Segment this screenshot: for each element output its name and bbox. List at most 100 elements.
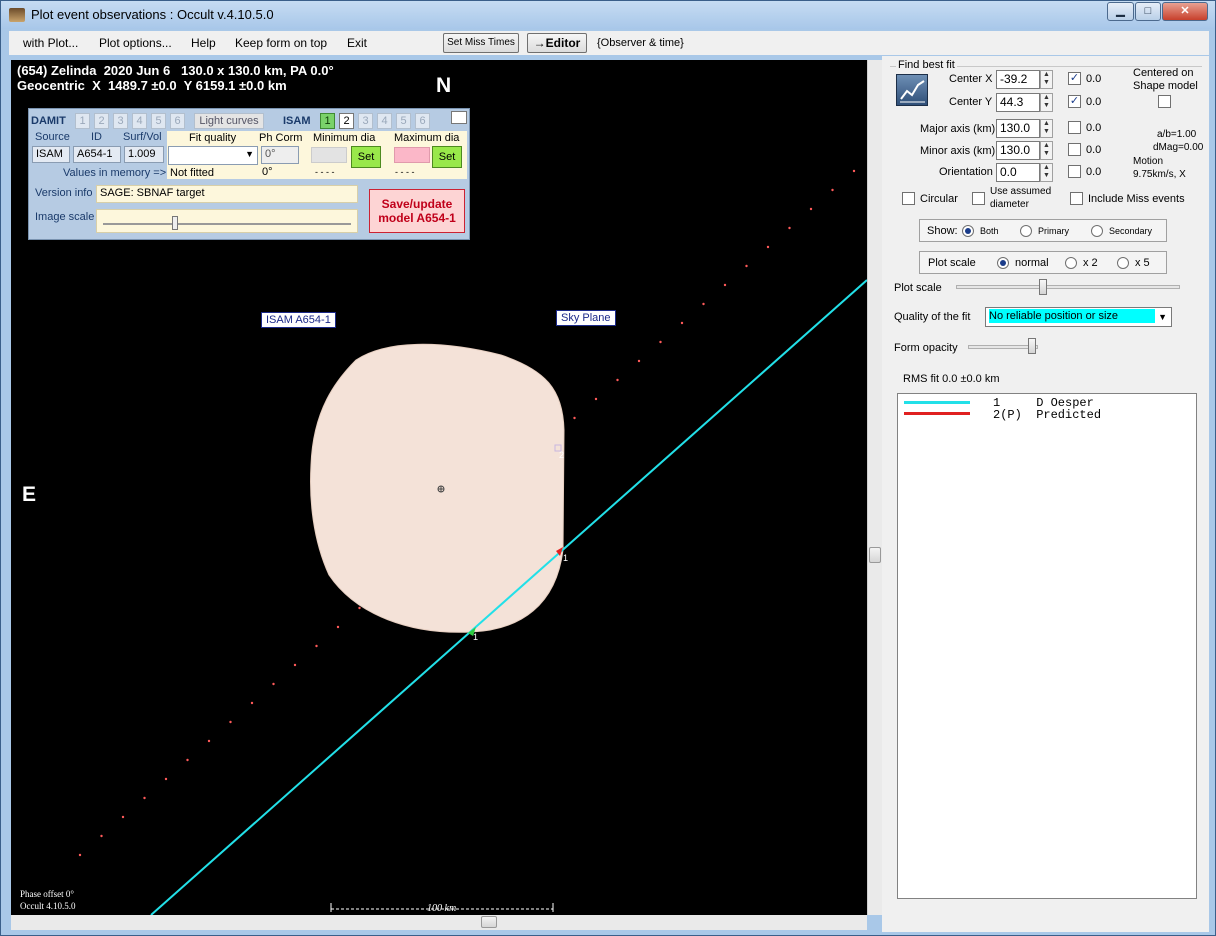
- shape-model-label: Shape model: [1133, 80, 1198, 92]
- plot-header-line2: Geocentric X 1489.7 ±0.0 Y 6159.1 ±0.0 k…: [17, 78, 287, 93]
- menu-with-plot[interactable]: with Plot...: [23, 36, 78, 50]
- menu-keep-on-top[interactable]: Keep form on top: [235, 36, 327, 50]
- close-button[interactable]: ✕: [1162, 2, 1208, 21]
- quality-select[interactable]: No reliable position or size ▼: [985, 307, 1172, 327]
- path-dot: [293, 663, 297, 667]
- col-ph-corr: Ph Corm: [259, 132, 303, 144]
- menu-plot-options[interactable]: Plot options...: [99, 36, 172, 50]
- orientation-delta: 0.0: [1086, 166, 1102, 178]
- center-x-spinner[interactable]: ▲ ▼: [1040, 70, 1053, 89]
- menu-exit[interactable]: Exit: [347, 36, 367, 50]
- damit-2[interactable]: 2: [94, 113, 109, 129]
- marker-label-red: 1: [563, 553, 569, 563]
- light-curves-button[interactable]: Light curves: [194, 113, 264, 129]
- isam-6[interactable]: 6: [415, 113, 430, 129]
- show-secondary-radio[interactable]: [1091, 225, 1103, 237]
- major-axis-checkbox[interactable]: [1068, 121, 1081, 134]
- center-y-checkbox[interactable]: ✓: [1068, 95, 1081, 108]
- motion-value: 9.75km/s, X: [1133, 169, 1186, 180]
- center-x-checkbox[interactable]: ✓: [1068, 72, 1081, 85]
- plot-header-line1: (654) Zelinda 2020 Jun 6 130.0 x 130.0 k…: [17, 63, 334, 78]
- marker-label-green: 1: [473, 632, 479, 642]
- isam-3[interactable]: 3: [358, 113, 373, 129]
- ph-corr-value[interactable]: 0°: [261, 146, 299, 164]
- panel-close-button[interactable]: [451, 111, 467, 124]
- max-dia-swatch: [394, 147, 430, 163]
- isam-2[interactable]: 2: [339, 113, 354, 129]
- col-surf-vol: Surf/Vol: [123, 131, 162, 143]
- path-dot: [852, 169, 856, 173]
- plot-vertical-scrollbar[interactable]: [867, 60, 882, 915]
- vertical-scroll-thumb[interactable]: [869, 547, 881, 563]
- scale-normal-radio[interactable]: [997, 257, 1009, 269]
- include-miss-checkbox[interactable]: [1070, 192, 1083, 205]
- major-axis-input[interactable]: 130.0: [996, 119, 1040, 138]
- save-update-button[interactable]: Save/update model A654-1: [369, 189, 465, 233]
- col-source: Source: [35, 131, 70, 143]
- rms-fit-label: RMS fit 0.0 ±0.0 km: [903, 373, 1000, 385]
- major-axis-spinner[interactable]: ▲ ▼: [1040, 119, 1053, 138]
- set-miss-times-button[interactable]: Set Miss Times: [443, 33, 519, 53]
- path-dot: [186, 758, 189, 762]
- minimize-button[interactable]: ▁: [1107, 2, 1134, 21]
- image-scale-thumb[interactable]: [172, 216, 178, 230]
- damit-6[interactable]: 6: [170, 113, 185, 129]
- path-dot: [723, 283, 727, 287]
- chord-legend-list[interactable]: 1 D Oesper 2(P) Predicted: [897, 393, 1197, 899]
- orientation-input[interactable]: 0.0: [996, 163, 1040, 182]
- plot-horizontal-scrollbar[interactable]: [11, 915, 867, 930]
- orientation-label: Orientation: [939, 166, 993, 178]
- version-footnote: Occult 4.10.5.0: [20, 901, 76, 911]
- version-info-field[interactable]: SAGE: SBNAF target: [96, 185, 358, 203]
- image-scale-slider[interactable]: [96, 209, 358, 233]
- use-assumed-diameter-checkbox[interactable]: [972, 192, 985, 205]
- isam-1[interactable]: 1: [320, 113, 335, 129]
- horizontal-scroll-thumb[interactable]: [481, 916, 497, 928]
- form-opacity-thumb[interactable]: [1028, 338, 1036, 354]
- center-y-input[interactable]: 44.3: [996, 93, 1040, 112]
- dmag-value: dMag=0.00: [1153, 142, 1204, 153]
- damit-1[interactable]: 1: [75, 113, 90, 129]
- plot-canvas[interactable]: (654) Zelinda 2020 Jun 6 130.0 x 130.0 k…: [11, 60, 867, 915]
- menu-help[interactable]: Help: [191, 36, 216, 50]
- show-both-radio[interactable]: [962, 225, 974, 237]
- damit-3[interactable]: 3: [113, 113, 128, 129]
- isam-5[interactable]: 5: [396, 113, 411, 129]
- plot-scale-slider[interactable]: [956, 285, 1180, 289]
- min-dia-set-button[interactable]: Set: [351, 146, 381, 168]
- path-dot: [315, 644, 318, 648]
- circular-checkbox[interactable]: [902, 192, 915, 205]
- scale-x5-radio[interactable]: [1117, 257, 1129, 269]
- center-y-label: Center Y: [949, 96, 993, 108]
- center-x-input[interactable]: -39.2: [996, 70, 1040, 89]
- minor-axis-delta: 0.0: [1086, 144, 1102, 156]
- plot-scale-thumb[interactable]: [1039, 279, 1047, 295]
- best-fit-button[interactable]: [896, 74, 928, 106]
- show-both-label: Both: [980, 226, 999, 236]
- fit-quality-select[interactable]: ▼: [168, 146, 258, 165]
- orientation-spinner[interactable]: ▲ ▼: [1040, 163, 1053, 182]
- path-dot: [766, 245, 770, 249]
- center-y-spinner[interactable]: ▲ ▼: [1040, 93, 1053, 112]
- maximize-button[interactable]: □: [1135, 2, 1161, 21]
- path-dot: [100, 834, 103, 838]
- title-bar[interactable]: Plot event observations : Occult v.4.10.…: [1, 1, 1215, 29]
- path-dot: [164, 777, 168, 781]
- minor-axis-spinner[interactable]: ▲ ▼: [1040, 141, 1053, 160]
- max-dia-set-button[interactable]: Set: [432, 146, 462, 168]
- scale-x2-radio[interactable]: [1065, 257, 1077, 269]
- damit-5[interactable]: 5: [151, 113, 166, 129]
- editor-button[interactable]: →Editor: [527, 33, 587, 53]
- minor-axis-input[interactable]: 130.0: [996, 141, 1040, 160]
- phase-offset: Phase offset 0°: [20, 889, 74, 899]
- show-primary-radio[interactable]: [1020, 225, 1032, 237]
- mem-min-dia: - - - -: [315, 167, 335, 177]
- centered-on-shape-checkbox[interactable]: [1158, 95, 1171, 108]
- path-dot: [358, 606, 361, 610]
- orientation-checkbox[interactable]: [1068, 165, 1081, 178]
- path-dot: [573, 416, 576, 420]
- path-dot: [788, 226, 791, 230]
- isam-4[interactable]: 4: [377, 113, 392, 129]
- damit-4[interactable]: 4: [132, 113, 147, 129]
- minor-axis-checkbox[interactable]: [1068, 143, 1081, 156]
